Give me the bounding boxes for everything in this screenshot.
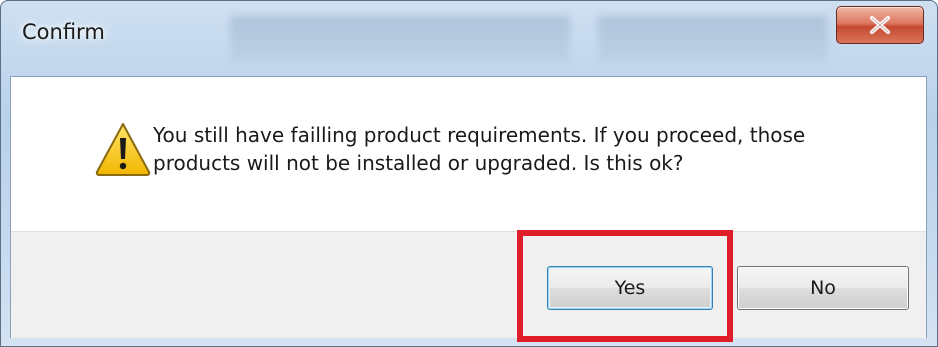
close-button[interactable] — [836, 6, 924, 44]
close-icon — [870, 16, 890, 34]
title-bar[interactable]: Confirm — [0, 0, 938, 76]
dialog-message: You still have failling product requirem… — [153, 121, 893, 177]
message-line-2: products will not be installed or upgrad… — [153, 151, 684, 175]
yes-button[interactable]: Yes — [547, 266, 713, 310]
dialog-window: Confirm You still have failling product … — [0, 0, 938, 347]
window-title: Confirm — [22, 20, 105, 44]
message-line-1: You still have failling product requirem… — [153, 123, 806, 147]
dialog-content: You still have failling product requirem… — [11, 77, 926, 231]
no-button[interactable]: No — [737, 266, 909, 310]
warning-icon — [95, 123, 151, 176]
dialog-button-bar: Yes No — [11, 231, 926, 338]
background-window-blur — [598, 16, 828, 62]
background-window-blur — [230, 16, 570, 62]
dialog-client-area: You still have failling product requirem… — [10, 76, 927, 338]
